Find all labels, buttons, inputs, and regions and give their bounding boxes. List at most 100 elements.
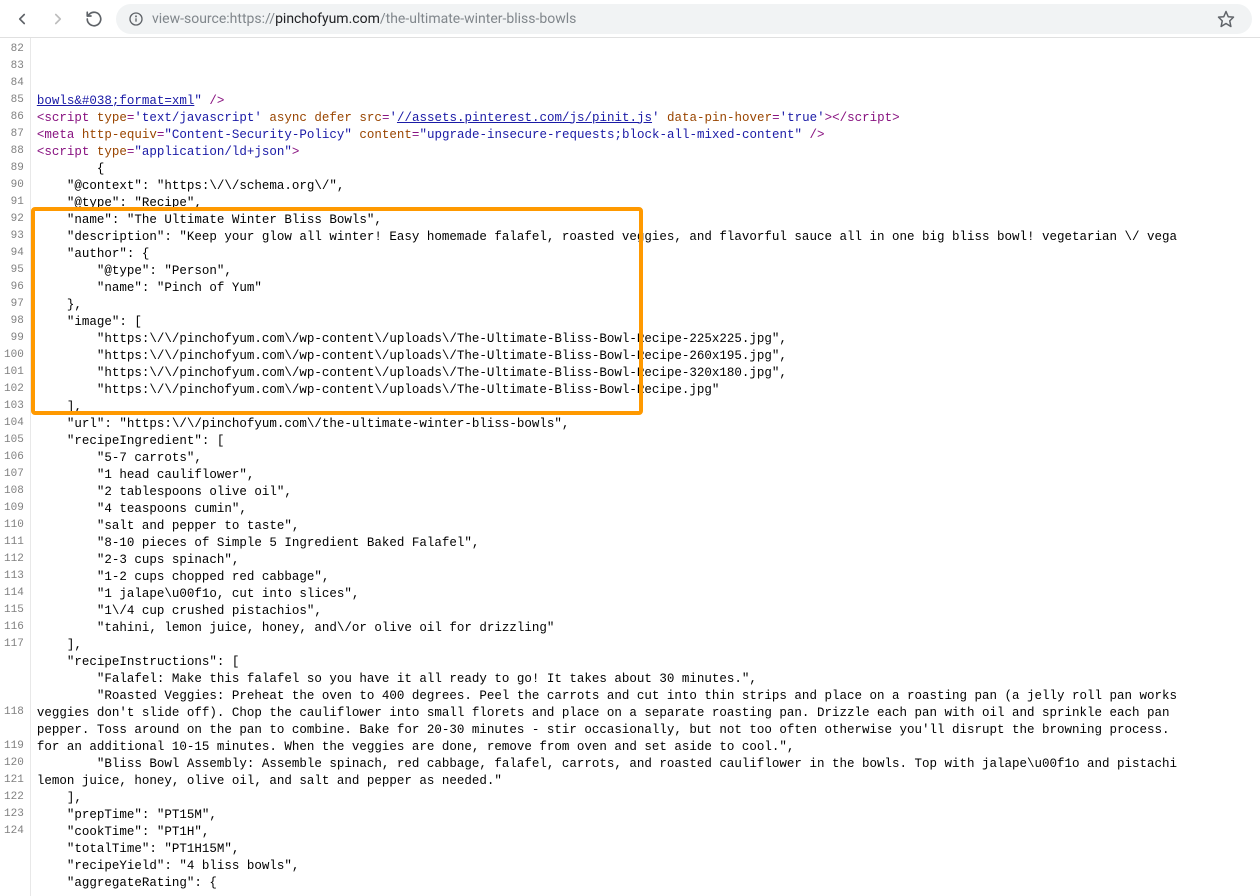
line-number: 118 — [4, 705, 24, 722]
source-line: "image": [ — [37, 314, 1177, 331]
line-number: 114 — [4, 586, 24, 603]
bookmark-button[interactable] — [1212, 5, 1240, 33]
source-line: "description": "Keep your glow all winte… — [37, 229, 1177, 246]
source-line: "2-3 cups spinach", — [37, 552, 1177, 569]
source-line: "https:\/\/pinchofyum.com\/wp-content\/u… — [37, 331, 1177, 348]
line-number: 123 — [4, 807, 24, 824]
reload-button[interactable] — [80, 5, 108, 33]
source-line: "url": "https:\/\/pinchofyum.com\/the-ul… — [37, 416, 1177, 433]
source-line: "name": "The Ultimate Winter Bliss Bowls… — [37, 212, 1177, 229]
line-number — [4, 654, 24, 671]
source-line: "4 teaspoons cumin", — [37, 501, 1177, 518]
source-line: "1\/4 cup crushed pistachios", — [37, 603, 1177, 620]
source-line: "recipeYield": "4 bliss bowls", — [37, 858, 1177, 875]
source-line: "@context": "https:\/\/schema.org\/", — [37, 178, 1177, 195]
source-line: "1 head cauliflower", — [37, 467, 1177, 484]
source-line: "recipeInstructions": [ — [37, 654, 1177, 671]
source-line: ], — [37, 399, 1177, 416]
line-number: 120 — [4, 756, 24, 773]
line-number: 117 — [4, 637, 24, 654]
line-number: 93 — [4, 229, 24, 246]
line-number: 106 — [4, 450, 24, 467]
source-code-area[interactable]: bowls&#038;format=xml" /><script type='t… — [31, 38, 1177, 896]
line-number: 102 — [4, 382, 24, 399]
browser-toolbar: view-source:https://pinchofyum.com/the-u… — [0, 0, 1260, 38]
line-number: 107 — [4, 467, 24, 484]
source-line: for an additional 10-15 minutes. When th… — [37, 739, 1177, 756]
line-number: 101 — [4, 365, 24, 382]
url-text: view-source:https://pinchofyum.com/the-u… — [152, 11, 576, 27]
line-number-gutter: 8283848586878889909192939495969798991001… — [0, 38, 31, 896]
source-line: "@type": "Recipe", — [37, 195, 1177, 212]
source-line: "Roasted Veggies: Preheat the oven to 40… — [37, 688, 1177, 705]
source-line: "tahini, lemon juice, honey, and\/or oli… — [37, 620, 1177, 637]
source-line: "Falafel: Make this falafel so you have … — [37, 671, 1177, 688]
source-line: veggies don't slide off). Chop the cauli… — [37, 705, 1177, 722]
line-number: 112 — [4, 552, 24, 569]
line-number: 122 — [4, 790, 24, 807]
line-number: 91 — [4, 195, 24, 212]
source-line: lemon juice, honey, olive oil, and salt … — [37, 773, 1177, 790]
source-line: <script type='text/javascript' async def… — [37, 110, 1177, 127]
source-line: "recipeIngredient": [ — [37, 433, 1177, 450]
line-number: 98 — [4, 314, 24, 331]
back-button[interactable] — [8, 5, 36, 33]
url-bar[interactable]: view-source:https://pinchofyum.com/the-u… — [116, 4, 1252, 34]
line-number — [4, 722, 24, 739]
line-number — [4, 688, 24, 705]
line-number: 97 — [4, 297, 24, 314]
line-number: 121 — [4, 773, 24, 790]
source-line: "8-10 pieces of Simple 5 Ingredient Bake… — [37, 535, 1177, 552]
source-line: "Bliss Bowl Assembly: Assemble spinach, … — [37, 756, 1177, 773]
line-number — [4, 671, 24, 688]
info-icon — [128, 11, 144, 27]
line-number: 88 — [4, 144, 24, 161]
source-line: "aggregateRating": { — [37, 875, 1177, 892]
source-line: <script type="application/ld+json"> — [37, 144, 1177, 161]
source-line: "https:\/\/pinchofyum.com\/wp-content\/u… — [37, 348, 1177, 365]
source-line: pepper. Toss around on the pan to combin… — [37, 722, 1177, 739]
source-line: <meta http-equiv="Content-Security-Polic… — [37, 127, 1177, 144]
line-number: 119 — [4, 739, 24, 756]
line-number: 85 — [4, 93, 24, 110]
source-line: }, — [37, 297, 1177, 314]
source-line: ], — [37, 790, 1177, 807]
source-line: ], — [37, 637, 1177, 654]
line-number: 87 — [4, 127, 24, 144]
line-number: 110 — [4, 518, 24, 535]
line-number: 90 — [4, 178, 24, 195]
source-line: { — [37, 161, 1177, 178]
star-icon — [1217, 10, 1235, 28]
source-line: "https:\/\/pinchofyum.com\/wp-content\/u… — [37, 365, 1177, 382]
line-number: 108 — [4, 484, 24, 501]
source-line: "cookTime": "PT1H", — [37, 824, 1177, 841]
source-line: "1-2 cups chopped red cabbage", — [37, 569, 1177, 586]
line-number: 95 — [4, 263, 24, 280]
line-number: 86 — [4, 110, 24, 127]
line-number: 89 — [4, 161, 24, 178]
forward-button[interactable] — [44, 5, 72, 33]
line-number: 115 — [4, 603, 24, 620]
line-number: 99 — [4, 331, 24, 348]
source-line: "prepTime": "PT15M", — [37, 807, 1177, 824]
source-line: "name": "Pinch of Yum" — [37, 280, 1177, 297]
line-number: 104 — [4, 416, 24, 433]
line-number: 113 — [4, 569, 24, 586]
line-number: 116 — [4, 620, 24, 637]
line-number: 92 — [4, 212, 24, 229]
source-line: "@type": "Person", — [37, 263, 1177, 280]
line-number: 103 — [4, 399, 24, 416]
line-number: 105 — [4, 433, 24, 450]
line-number: 82 — [4, 42, 24, 59]
source-line: "1 jalape\u00f1o, cut into slices", — [37, 586, 1177, 603]
source-line: "salt and pepper to taste", — [37, 518, 1177, 535]
source-line: "author": { — [37, 246, 1177, 263]
line-number: 100 — [4, 348, 24, 365]
source-view: 8283848586878889909192939495969798991001… — [0, 38, 1260, 896]
line-number: 94 — [4, 246, 24, 263]
line-number: 109 — [4, 501, 24, 518]
line-number: 84 — [4, 76, 24, 93]
line-number: 124 — [4, 824, 24, 841]
line-number: 111 — [4, 535, 24, 552]
source-line: "https:\/\/pinchofyum.com\/wp-content\/u… — [37, 382, 1177, 399]
